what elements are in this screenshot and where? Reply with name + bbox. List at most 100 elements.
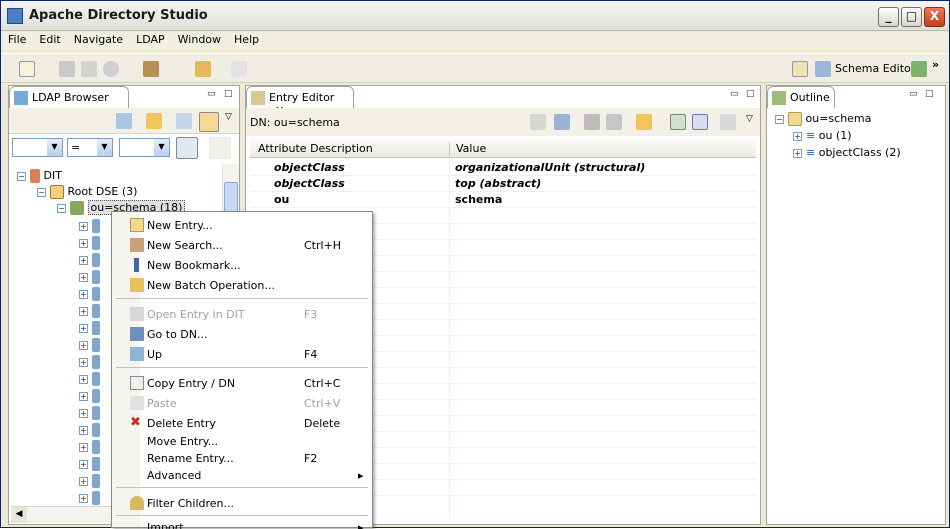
clear-filter-icon[interactable]	[209, 137, 231, 159]
refresh-icon[interactable]	[636, 114, 652, 130]
perspective-schema-editor[interactable]: Schema Editor	[835, 62, 915, 75]
link-icon[interactable]	[116, 113, 132, 129]
collapse-all-icon[interactable]	[692, 114, 708, 130]
filter-operator-combo[interactable]: = ▼	[67, 138, 113, 157]
tree-child-row[interactable]: +	[79, 406, 100, 422]
maximize-view-icon[interactable]: □	[224, 89, 233, 99]
print-icon[interactable]	[81, 61, 97, 77]
outline-item-ou[interactable]: + ≡ ou (1)	[793, 129, 852, 145]
refresh-icon[interactable]	[146, 113, 162, 129]
tree-horizontal-scrollbar[interactable]: ◀	[11, 506, 121, 523]
menu-new-batch-operation[interactable]: New Batch Operation...	[112, 275, 372, 295]
scroll-left-icon[interactable]: ◀	[11, 507, 27, 523]
save-icon[interactable]	[59, 61, 75, 77]
quick-search-icon[interactable]	[176, 137, 198, 159]
tree-item-root-dse[interactable]: − Root DSE (3)	[37, 185, 137, 201]
tree-child-row[interactable]: +	[79, 338, 100, 354]
value-cell[interactable]: top (abstract)	[455, 177, 541, 190]
link-with-editor-icon[interactable]	[199, 112, 219, 132]
tree-child-row[interactable]: +	[79, 321, 100, 337]
menu-edit[interactable]: Edit	[32, 32, 66, 46]
collapse-icon[interactable]: −	[57, 203, 66, 213]
tree-child-row[interactable]: +	[79, 389, 100, 405]
attr-cell[interactable]: objectClass	[274, 161, 345, 174]
column-attribute-description[interactable]: Attribute Description	[258, 142, 373, 155]
open-perspective-icon[interactable]	[792, 61, 808, 77]
tree-child-row[interactable]: +	[79, 457, 100, 473]
value-cell[interactable]: organizationalUnit (structural)	[455, 161, 645, 174]
menu-up[interactable]: Up F4	[112, 344, 372, 364]
expand-icon[interactable]: +	[793, 131, 802, 141]
menu-open-entry-in-dit[interactable]: Open Entry in DIT F3	[112, 304, 372, 324]
menu-window[interactable]: Window	[171, 32, 227, 46]
view-menu-icon[interactable]: ▽	[225, 112, 232, 122]
menu-go-to-dn[interactable]: Go to DN...	[112, 324, 372, 344]
view-menu-icon[interactable]: ▽	[746, 114, 753, 124]
connection-icon[interactable]	[143, 61, 159, 77]
minimize-button[interactable]: _	[878, 7, 899, 27]
delete-value-icon[interactable]	[584, 114, 600, 130]
menu-filter-children[interactable]: Filter Children...	[112, 493, 372, 513]
expand-all-icon[interactable]	[670, 114, 686, 130]
tree-child-row[interactable]: +	[79, 253, 100, 269]
tab-entry-editor[interactable]: Entry Editor ✕	[246, 86, 354, 117]
value-cell[interactable]: schema	[455, 193, 502, 206]
back-arrow-icon[interactable]	[195, 61, 211, 77]
menu-new-entry[interactable]: New Entry...	[112, 215, 372, 235]
collapse-icon[interactable]: −	[37, 187, 46, 197]
tree-child-row[interactable]: +	[79, 287, 100, 303]
column-value[interactable]: Value	[456, 142, 486, 155]
tree-child-row[interactable]: +	[79, 372, 100, 388]
tree-child-row[interactable]: +	[79, 270, 100, 286]
forward-arrow-icon[interactable]	[231, 61, 247, 77]
attr-cell[interactable]: ou	[274, 193, 289, 206]
new-value-icon[interactable]	[554, 114, 570, 130]
tree-item-dit[interactable]: − DIT	[17, 169, 62, 185]
ldap-perspective-icon[interactable]	[911, 61, 927, 77]
outline-root[interactable]: − ou=schema	[775, 112, 871, 128]
new-icon[interactable]	[19, 61, 35, 77]
maximize-button[interactable]: □	[901, 7, 922, 27]
options-icon[interactable]	[720, 114, 736, 130]
menu-paste[interactable]: Paste Ctrl+V	[112, 393, 372, 413]
schema-editor-icon[interactable]	[815, 61, 831, 77]
maximize-view-icon[interactable]: □	[925, 89, 934, 99]
tree-child-row[interactable]: +	[79, 474, 100, 490]
tree-child-row[interactable]: +	[79, 219, 100, 235]
menu-delete-entry[interactable]: ✖ Delete Entry Delete	[112, 413, 372, 433]
menu-navigate[interactable]: Navigate	[67, 32, 129, 46]
title-bar[interactable]: Apache Directory Studio _ □ X	[1, 1, 949, 31]
more-perspectives-icon[interactable]: »	[932, 58, 939, 71]
gear-icon[interactable]	[103, 61, 119, 77]
tree-child-row[interactable]: +	[79, 423, 100, 439]
tree-child-row[interactable]: +	[79, 355, 100, 371]
minimize-view-icon[interactable]: ▭	[730, 89, 739, 99]
collapse-icon[interactable]: −	[17, 171, 26, 181]
outline-item-objectclass[interactable]: + ≡ objectClass (2)	[793, 146, 901, 162]
menu-new-bookmark[interactable]: New Bookmark...	[112, 255, 372, 275]
close-button[interactable]: X	[924, 7, 945, 27]
filter-attribute-combo[interactable]: ▼	[12, 138, 63, 157]
collapse-all-icon[interactable]	[176, 113, 192, 129]
tree-child-row[interactable]: +	[79, 440, 100, 456]
menu-ldap[interactable]: LDAP	[129, 32, 171, 46]
collapse-icon[interactable]: −	[775, 114, 784, 124]
tree-child-row[interactable]: +	[79, 304, 100, 320]
filter-value-combo[interactable]: ▼	[119, 138, 170, 157]
new-attribute-icon[interactable]	[530, 114, 546, 130]
tree-child-row[interactable]: +	[79, 236, 100, 252]
expand-icon[interactable]: +	[793, 148, 802, 158]
delete-all-icon[interactable]	[606, 114, 622, 130]
menu-help[interactable]: Help	[227, 32, 265, 46]
menu-new-search[interactable]: New Search... Ctrl+H	[112, 235, 372, 255]
minimize-view-icon[interactable]: ▭	[909, 89, 918, 99]
minimize-view-icon[interactable]: ▭	[207, 89, 216, 99]
tab-outline[interactable]: Outline	[767, 86, 835, 108]
maximize-view-icon[interactable]: □	[746, 89, 755, 99]
tree-child-row[interactable]: +	[79, 491, 100, 507]
menu-file[interactable]: File	[1, 32, 32, 46]
attr-cell[interactable]: objectClass	[274, 177, 345, 190]
menu-advanced[interactable]: Advanced ▸	[112, 465, 372, 485]
menu-copy-entry-dn[interactable]: Copy Entry / DN Ctrl+C	[112, 373, 372, 393]
tab-ldap-browser[interactable]: LDAP Browser	[9, 86, 129, 108]
